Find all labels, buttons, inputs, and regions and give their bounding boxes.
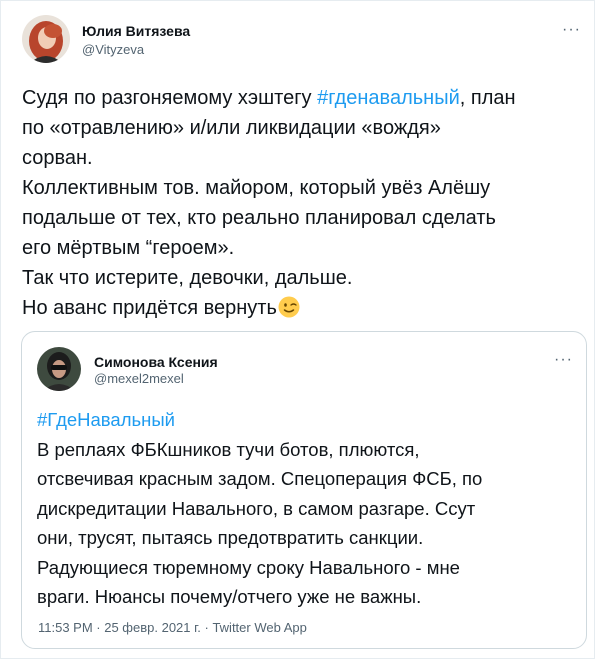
tweet-card: Юлия Витязева @Vityzeva ··· Судя по разг… [0, 0, 595, 659]
tweet-line-5: подальше от тех, кто реально планировал … [22, 207, 496, 229]
quoted-author-name[interactable]: Симонова Ксения [94, 354, 218, 370]
tweet-line-2: по «отравлению» и/или ликвидации «вождя» [22, 117, 441, 139]
tweet-line-8-text: Но аванс придётся вернуть [22, 297, 277, 319]
tweet-line-8: Но аванс придётся вернуть [22, 293, 567, 323]
tweet-line-6: его мёртвым “героем». [22, 237, 235, 259]
tweet-line-7: Так что истерите, девочки, дальше. [22, 267, 353, 289]
quoted-tweet-text: #ГдеНавальный В реплаях ФБКшников тучи б… [37, 405, 577, 612]
quoted-author-handle[interactable]: @mexel2mexel [94, 371, 184, 386]
tweet-line-1-start: Судя по разгоняемому хэштегу [22, 87, 318, 109]
quoted-line-3: дискредитации Навального, в самом разгар… [37, 497, 476, 519]
quoted-hashtag-link[interactable]: #ГдеНавальный [37, 405, 577, 435]
quoted-line-2: отсвечивая красным задом. Спецоперация Ф… [37, 468, 483, 489]
quoted-line-5: Радующиеся тюремному сроку Навального - … [37, 556, 460, 578]
tweet-line-1-end: , план [459, 87, 516, 109]
author-avatar[interactable] [22, 15, 70, 63]
more-options-icon[interactable]: ··· [562, 21, 581, 39]
quoted-tweet-timestamp[interactable]: 11:53 PM · 25 февр. 2021 г. · Twitter We… [38, 620, 307, 635]
quoted-line-4: они, трусят, пытаясь предотвратить санкц… [37, 527, 424, 548]
quoted-line-1: В реплаях ФБКшников тучи ботов, плюются, [37, 438, 420, 460]
tweet-line-4: Коллективным тов. майором, который увёз … [22, 177, 491, 199]
author-handle[interactable]: @Vityzeva [82, 42, 144, 57]
quoted-line-6: враги. Нюансы почему/отчего уже не важны… [37, 586, 422, 607]
hashtag-link[interactable]: #гденавальный [317, 87, 460, 109]
tweet-text: Судя по разгоняемому хэштегу #гденавальн… [22, 83, 567, 323]
author-name[interactable]: Юлия Витязева [82, 23, 190, 39]
tweet-line-3: сорван. [22, 147, 93, 169]
tweet-line-1: Судя по разгоняемому хэштегу #гденавальн… [22, 83, 567, 113]
quoted-author-avatar[interactable] [37, 347, 81, 391]
winking-face-emoji-icon [278, 296, 300, 318]
quoted-more-options-icon[interactable]: ··· [554, 351, 573, 369]
